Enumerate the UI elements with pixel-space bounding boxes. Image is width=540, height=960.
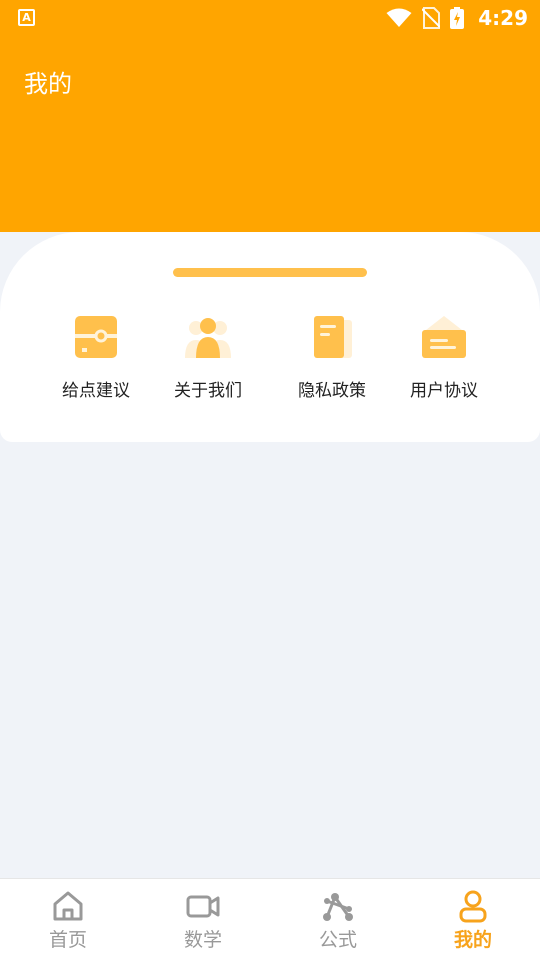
- status-time: 4:29: [478, 6, 528, 30]
- feedback-icon: [75, 316, 117, 358]
- wifi-icon: [386, 8, 412, 27]
- document-icon: [314, 316, 352, 358]
- menu-item-about-us[interactable]: 关于我们: [152, 310, 264, 410]
- tab-label: 我的: [453, 929, 492, 951]
- tab-home[interactable]: 首页: [28, 889, 108, 959]
- menu-item-feedback[interactable]: 给点建议: [40, 310, 152, 410]
- app-badge-icon: A: [18, 9, 35, 26]
- status-icons: 4:29: [386, 6, 528, 30]
- people-icon: [185, 318, 231, 358]
- tab-label: 公式: [318, 929, 357, 951]
- menu-item-user-agreement[interactable]: 用户协议: [388, 310, 500, 410]
- menu-label: 关于我们: [174, 381, 242, 401]
- user-icon: [459, 890, 487, 923]
- menu-label: 隐私政策: [298, 381, 366, 401]
- battery-charging-icon: [450, 7, 465, 29]
- page-title: 我的: [24, 70, 72, 98]
- agreement-icon: [422, 316, 466, 358]
- no-sim-icon: [422, 7, 441, 29]
- tab-formula[interactable]: 公式: [298, 889, 378, 959]
- bottom-tab-bar: 首页 数学 公式 我的: [0, 878, 540, 960]
- formula-icon: [323, 893, 353, 921]
- status-bar: A 4:29: [0, 0, 540, 36]
- tab-label: 数学: [183, 929, 222, 951]
- tab-label: 首页: [48, 929, 87, 951]
- video-icon: [186, 895, 220, 918]
- home-icon: [53, 891, 83, 921]
- tab-math[interactable]: 数学: [163, 889, 243, 959]
- tab-mine[interactable]: 我的: [433, 889, 513, 959]
- menu-label: 用户协议: [410, 381, 478, 401]
- menu-label: 给点建议: [62, 381, 130, 401]
- menu-item-privacy-policy[interactable]: 隐私政策: [276, 310, 388, 410]
- card-decoration-bar: [173, 268, 367, 277]
